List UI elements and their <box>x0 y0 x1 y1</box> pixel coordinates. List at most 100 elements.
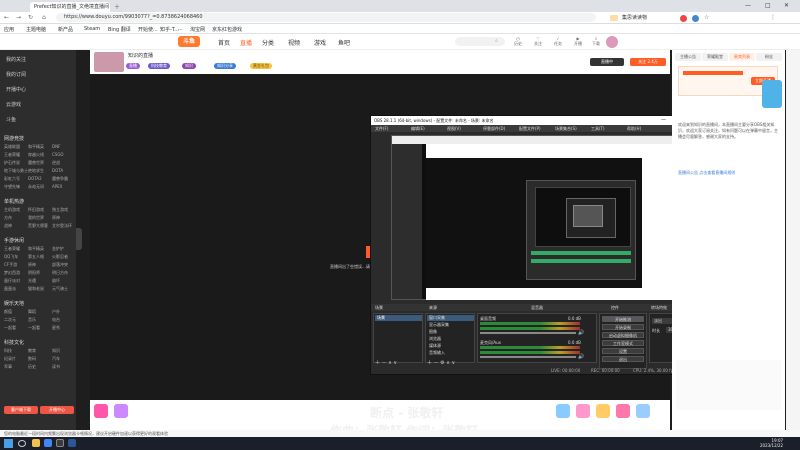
explorer-icon[interactable] <box>32 439 40 447</box>
start-icon[interactable] <box>4 439 13 448</box>
nav-game[interactable]: 游戏 <box>314 38 326 47</box>
sidebar-category[interactable]: 知识 <box>52 348 60 354</box>
sidebar-category[interactable]: 光遇 <box>28 278 36 284</box>
site-logo[interactable]: 斗鱼 <box>178 36 200 47</box>
sidebar-category[interactable]: DNF <box>52 144 60 149</box>
bookmark-item[interactable]: 淘宝网 <box>190 26 205 33</box>
sidebar-category[interactable]: 主机游戏 <box>4 207 20 213</box>
gift-icon[interactable] <box>576 404 590 418</box>
obs-menu-item[interactable]: 场景集合(S) <box>555 126 577 132</box>
sidebar-category[interactable]: 户外 <box>52 309 60 315</box>
obs-preview[interactable] <box>391 135 681 300</box>
sidebar-category[interactable]: 星秀 <box>52 325 60 331</box>
sidebar-category[interactable]: 科技 <box>4 348 12 354</box>
obs-window[interactable]: OBS 28.1.1 (64-bit, windows) - 配置文件: 未命名… <box>370 115 697 375</box>
broadcast-center-button[interactable]: 开播中心 <box>40 406 74 414</box>
room-tag[interactable]: 科技教育 <box>148 63 170 69</box>
tab-honor[interactable]: 荣耀殿堂 <box>702 53 728 61</box>
obs-control-button[interactable]: 启动虚拟摄像机 <box>602 332 644 338</box>
source-item[interactable]: 音频输入 <box>427 350 474 356</box>
sidebar-category[interactable]: 颜值 <box>4 309 12 315</box>
source-item[interactable]: 图像 <box>427 329 474 335</box>
menu-icon[interactable]: ⋮ <box>770 14 776 21</box>
obs-control-button[interactable]: 开始推流 <box>602 316 644 322</box>
room-tag[interactable]: 直播 <box>126 63 140 69</box>
sidebar-category[interactable]: 独立游戏 <box>52 207 68 213</box>
sidebar-category[interactable]: 阴阳师 <box>28 270 40 276</box>
obs-menu-item[interactable]: 停靠部件(D) <box>483 126 505 132</box>
sidebar-category[interactable]: 怀旧游戏 <box>28 207 44 213</box>
sidebar-category[interactable]: 逆战 <box>52 160 60 166</box>
forward-icon[interactable]: → <box>16 14 21 21</box>
volume-slider[interactable] <box>480 332 576 334</box>
obs-control-button[interactable]: 退出 <box>602 356 644 362</box>
sidebar-category[interactable]: 崩坏 <box>52 278 60 284</box>
sidebar-category[interactable]: 一起看 <box>4 325 16 331</box>
nav-video[interactable]: 视频 <box>288 38 300 47</box>
follow-button[interactable]: 关注 2.4万 <box>630 58 666 66</box>
notice-link[interactable]: 直播间公告 点击查看直播间规则 <box>678 170 778 176</box>
sidebar-category[interactable]: APEX <box>52 184 62 189</box>
sidebar-section-head[interactable]: 手游休闲 <box>4 237 24 244</box>
sidebar-category[interactable]: 元气骑士 <box>52 286 68 292</box>
bookmark-item[interactable]: ... <box>178 26 183 32</box>
app-icon[interactable] <box>68 439 76 447</box>
obs-menu-item[interactable]: 配置文件(P) <box>519 126 541 132</box>
obs-menu-item[interactable]: 帮助(H) <box>627 126 641 132</box>
obs-menu-item[interactable]: 文件(F) <box>375 126 388 132</box>
extension-icon[interactable] <box>610 15 618 21</box>
browser-tab[interactable]: Prefect知识的直播_文绝境直播间 <box>30 2 110 12</box>
sidebar-category[interactable]: 荒野大镖客 <box>28 223 48 229</box>
sidebar-category[interactable]: 一起看 <box>28 325 40 331</box>
tab-notice[interactable]: 主播公告 <box>675 53 701 61</box>
source-add-icon[interactable]: ＋ － ⚙ ∧ ∨ <box>427 359 455 366</box>
header-history[interactable]: ◷ 历史 <box>514 36 522 47</box>
sidebar-category[interactable]: 艾尔登法环 <box>52 223 72 229</box>
tab-fans[interactable]: 粉丝 <box>756 53 782 61</box>
gift-icon[interactable] <box>94 404 108 418</box>
room-tag[interactable]: 黄金礼包 <box>250 63 272 69</box>
bookmark-item[interactable]: 京东红包 <box>212 26 232 33</box>
room-tag[interactable]: 知识 <box>182 63 196 69</box>
bookmark-item[interactable]: 知乎-T... <box>160 26 179 33</box>
bookmark-item[interactable]: 应用 <box>4 26 14 33</box>
close-icon[interactable]: ✕ <box>784 2 789 9</box>
back-icon[interactable]: ← <box>4 14 9 21</box>
minimize-icon[interactable]: — <box>745 2 751 9</box>
search-input[interactable]: ⌕ <box>455 37 505 46</box>
sidebar-category[interactable]: 电台 <box>52 317 60 323</box>
sidebar-category[interactable]: 音乐 <box>28 317 36 323</box>
obs-minimize-icon[interactable]: — <box>661 117 666 123</box>
sidebar-category[interactable]: 汽车 <box>52 356 60 362</box>
source-item[interactable]: 媒体源 <box>427 343 474 349</box>
sidebar-item[interactable]: 云游戏 <box>6 101 21 108</box>
sidebar-category[interactable]: 和平精英 <box>28 246 44 252</box>
nav-home[interactable]: 首页 <box>218 38 230 47</box>
sidebar-category[interactable]: 纪录片 <box>4 356 16 362</box>
bookmark-item[interactable]: Steam <box>84 26 100 32</box>
home-icon[interactable]: ⌂ <box>42 14 46 21</box>
bookmark-item[interactable]: Bing 翻译 <box>108 26 131 33</box>
header-broadcast[interactable]: ▶ 开播 <box>574 36 582 47</box>
source-item[interactable]: 浏览器 <box>427 336 474 342</box>
volume-slider[interactable] <box>480 356 576 358</box>
sidebar-category[interactable]: 历史 <box>28 364 36 370</box>
avatar[interactable] <box>606 36 618 48</box>
tab-vip[interactable]: 贵宾列表 <box>729 53 755 61</box>
search-icon[interactable] <box>18 440 26 447</box>
sidebar-item[interactable]: 斗鱼 <box>6 116 16 123</box>
gift-icon[interactable] <box>636 404 650 418</box>
sidebar-item[interactable]: 我的订阅 <box>6 71 26 78</box>
star-icon[interactable]: ☆ <box>704 14 709 21</box>
sidebar-category[interactable]: 梦幻西游 <box>4 270 20 276</box>
gift-icon[interactable] <box>616 404 630 418</box>
sidebar-category[interactable]: 和平精英 <box>28 144 44 150</box>
sidebar-category[interactable]: 教育 <box>28 348 36 354</box>
sidebar-category[interactable]: 我的世界 <box>28 215 44 221</box>
header-task[interactable]: ✓ 任务 <box>554 36 562 47</box>
new-tab-icon[interactable]: ＋ <box>114 2 120 11</box>
maximize-icon[interactable]: □ <box>765 2 771 9</box>
obs-control-button[interactable]: 设置 <box>602 348 644 354</box>
source-item[interactable]: 窗口采集 <box>427 315 474 321</box>
sidebar-category[interactable]: 战神 <box>4 223 12 229</box>
